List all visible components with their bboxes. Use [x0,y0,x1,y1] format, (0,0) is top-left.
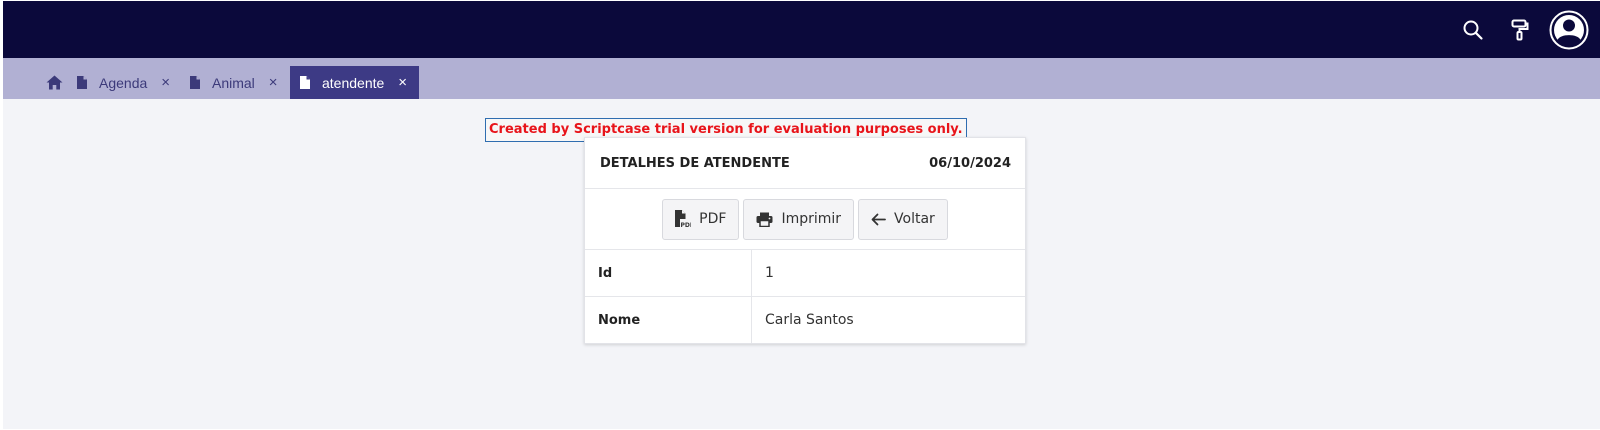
header-date: 06/10/2024 [929,155,1011,171]
detail-table: Id 1 Nome Carla Santos [585,250,1025,343]
tab-label: Animal [212,74,255,91]
tab-atendente[interactable]: atendente × [290,66,420,99]
file-icon [190,76,200,89]
field-label-id: Id [585,250,752,296]
tab-close-icon[interactable]: × [269,74,278,91]
user-avatar-button[interactable] [1548,1,1590,58]
detail-card: DETALHES DE ATENDENTE 06/10/2024 PDF PDF… [584,137,1026,344]
svg-text:PDF: PDF [681,222,692,228]
back-button[interactable]: Voltar [858,198,948,240]
user-avatar-icon [1549,10,1589,49]
field-value-id: 1 [765,265,774,281]
print-label: Imprimir [781,211,842,227]
file-pdf-icon: PDF [675,210,691,228]
search-icon [1463,20,1483,40]
field-label-nome: Nome [585,297,752,343]
field-value-nome: Carla Santos [765,312,854,328]
app-frame: Agenda × Animal × atendente × Created by… [3,1,1600,429]
toolbar: PDF PDF Imprimir Voltar [585,189,1025,250]
page-title: DETALHES DE ATENDENTE [600,155,790,171]
print-button[interactable]: Imprimir [743,198,855,240]
file-icon [300,76,310,89]
tab-close-icon[interactable]: × [161,74,170,91]
pdf-label: PDF [699,211,727,227]
paint-roller-icon [1511,19,1529,40]
home-icon [46,75,62,90]
tab-animal[interactable]: Animal × [190,66,278,99]
table-row: Id 1 [585,250,1025,297]
printer-icon [756,212,773,227]
top-navbar [3,1,1600,58]
file-icon [77,76,87,89]
table-row: Nome Carla Santos [585,297,1025,343]
tab-close-icon[interactable]: × [398,74,407,91]
card-header: DETALHES DE ATENDENTE 06/10/2024 [585,138,1025,189]
search-button[interactable] [1455,1,1491,58]
tab-agenda[interactable]: Agenda × [77,66,170,99]
tab-home[interactable] [43,66,65,99]
tab-label: Agenda [99,74,148,91]
back-label: Voltar [894,211,935,227]
tab-label: atendente [322,74,385,91]
theme-button[interactable] [1505,1,1535,58]
pdf-button[interactable]: PDF PDF [662,198,740,240]
arrow-left-icon [871,213,886,225]
tab-bar: Agenda × Animal × atendente × [3,58,1600,99]
